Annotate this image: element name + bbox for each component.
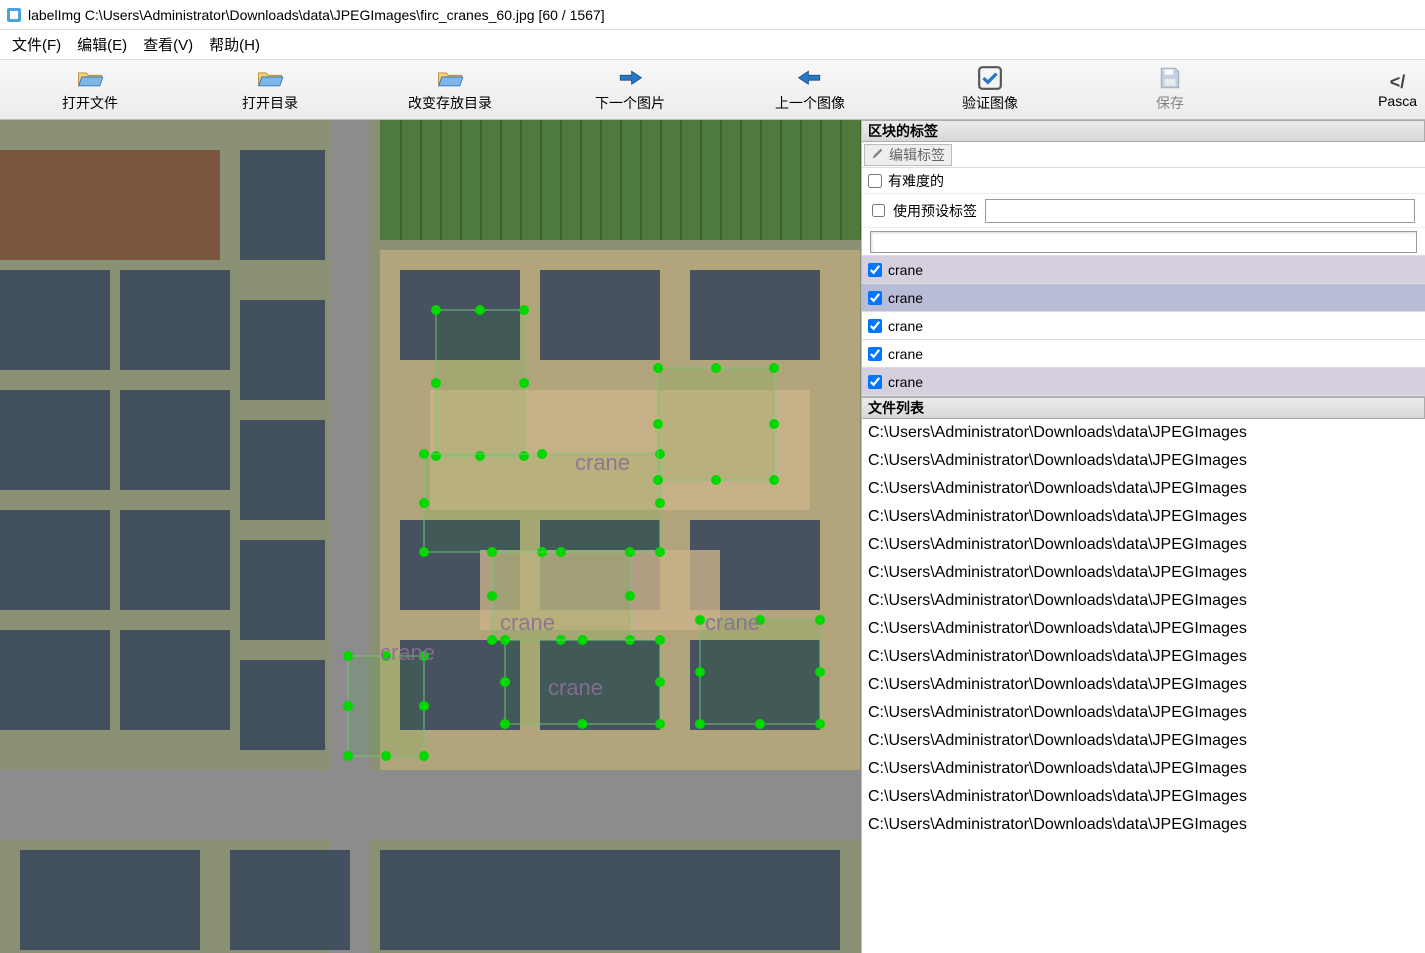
label-list-item[interactable]: crane — [862, 368, 1425, 396]
prev-image-button[interactable]: 上一个图像 — [720, 60, 900, 120]
label-list-item[interactable]: crane — [862, 284, 1425, 312]
label-checkbox[interactable] — [868, 375, 882, 389]
canvas-area[interactable]: crane crane crane crane crane — [0, 120, 862, 953]
file-list-item[interactable]: C:\Users\Administrator\Downloads\data\JP… — [862, 503, 1425, 531]
file-list-item[interactable]: C:\Users\Administrator\Downloads\data\JP… — [862, 559, 1425, 587]
svg-text:crane: crane — [548, 675, 603, 700]
folder-open-icon — [77, 67, 103, 89]
file-list-item[interactable]: C:\Users\Administrator\Downloads\data\JP… — [862, 587, 1425, 615]
file-list-item[interactable]: C:\Users\Administrator\Downloads\data\JP… — [862, 475, 1425, 503]
label-checkbox[interactable] — [868, 319, 882, 333]
preset-label-row: 使用预设标签 — [862, 194, 1425, 228]
file-list-header: 文件列表 — [862, 397, 1425, 419]
label-name: crane — [888, 318, 923, 334]
use-default-label-text: 使用预设标签 — [893, 201, 977, 221]
file-list-item[interactable]: C:\Users\Administrator\Downloads\data\JP… — [862, 811, 1425, 839]
file-list-item[interactable]: C:\Users\Administrator\Downloads\data\JP… — [862, 419, 1425, 447]
folder-save-icon — [437, 67, 463, 89]
open-file-label: 打开文件 — [62, 93, 118, 113]
label-name: crane — [888, 346, 923, 362]
difficult-row: 有难度的 — [862, 168, 1425, 194]
arrow-left-icon — [797, 67, 823, 89]
label-search-row — [862, 228, 1425, 256]
label-search-input[interactable] — [870, 231, 1417, 253]
svg-text:crane: crane — [500, 610, 555, 635]
next-image-label: 下一个图片 — [595, 93, 665, 113]
label-checkbox[interactable] — [868, 347, 882, 361]
folder-icon — [257, 67, 283, 89]
use-default-label-checkbox[interactable] — [872, 204, 885, 217]
label-list-item[interactable]: crane — [862, 340, 1425, 368]
label-checkbox[interactable] — [868, 291, 882, 305]
file-list-item[interactable]: C:\Users\Administrator\Downloads\data\JP… — [862, 447, 1425, 475]
bounding-box[interactable] — [700, 620, 820, 724]
toolbar: 打开文件 打开目录 改变存放目录 下一个图片 上一个图像 验证图像 保存 — [0, 60, 1425, 120]
change-save-dir-button[interactable]: 改变存放目录 — [360, 60, 540, 120]
arrow-right-icon — [617, 67, 643, 89]
open-file-button[interactable]: 打开文件 — [0, 60, 180, 120]
prev-image-label: 上一个图像 — [775, 93, 845, 113]
file-list-item[interactable]: C:\Users\Administrator\Downloads\data\JP… — [862, 727, 1425, 755]
open-dir-button[interactable]: 打开目录 — [180, 60, 360, 120]
image-canvas[interactable]: crane crane crane crane crane — [0, 120, 862, 953]
bounding-box[interactable] — [658, 368, 774, 480]
file-list-item[interactable]: C:\Users\Administrator\Downloads\data\JP… — [862, 531, 1425, 559]
menu-edit[interactable]: 编辑(E) — [77, 34, 127, 55]
bounding-box[interactable] — [436, 310, 524, 456]
difficult-label: 有难度的 — [888, 171, 944, 191]
app-icon — [6, 7, 22, 23]
file-list-item[interactable]: C:\Users\Administrator\Downloads\data\JP… — [862, 783, 1425, 811]
format-button[interactable]: </ Pasca — [1378, 60, 1417, 120]
window-title: labelImg C:\Users\Administrator\Download… — [28, 7, 605, 23]
label-name: crane — [888, 262, 923, 278]
preset-label-input[interactable] — [985, 199, 1415, 223]
file-list-item[interactable]: C:\Users\Administrator\Downloads\data\JP… — [862, 755, 1425, 783]
bounding-box[interactable] — [348, 656, 424, 756]
label-list-item[interactable]: crane — [862, 312, 1425, 340]
format-label: Pasca — [1378, 93, 1417, 109]
side-panel: 区块的标签 编辑标签 有难度的 使用预设标签 cranecranecranecr… — [862, 120, 1425, 953]
floppy-icon — [1157, 67, 1183, 89]
label-checkbox[interactable] — [868, 263, 882, 277]
menu-file[interactable]: 文件(F) — [12, 34, 61, 55]
titlebar: labelImg C:\Users\Administrator\Download… — [0, 0, 1425, 30]
svg-text:crane: crane — [575, 450, 630, 475]
open-dir-label: 打开目录 — [242, 93, 298, 113]
file-list-item[interactable]: C:\Users\Administrator\Downloads\data\JP… — [862, 615, 1425, 643]
menu-help[interactable]: 帮助(H) — [209, 34, 260, 55]
edit-label-button[interactable]: 编辑标签 — [864, 144, 952, 166]
label-list[interactable]: crane crane crane crane crane — [862, 256, 1425, 397]
pencil-icon — [871, 146, 885, 163]
difficult-checkbox[interactable] — [868, 174, 882, 188]
file-list[interactable]: C:\Users\Administrator\Downloads\data\JP… — [862, 419, 1425, 953]
file-list-panel: C:\Users\Administrator\Downloads\data\JP… — [862, 419, 1425, 953]
label-name: crane — [888, 374, 923, 390]
change-save-dir-label: 改变存放目录 — [408, 93, 492, 113]
next-image-button[interactable]: 下一个图片 — [540, 60, 720, 120]
checkbox-icon — [977, 67, 1003, 89]
label-name: crane — [888, 290, 923, 306]
verify-image-label: 验证图像 — [962, 93, 1018, 113]
verify-image-button[interactable]: 验证图像 — [900, 60, 1080, 120]
svg-text:crane: crane — [380, 640, 435, 665]
file-list-item[interactable]: C:\Users\Administrator\Downloads\data\JP… — [862, 671, 1425, 699]
main: crane crane crane crane crane 区块的标签 编辑标签 有难度… — [0, 120, 1425, 953]
svg-text:crane: crane — [705, 610, 760, 635]
edit-label-row: 编辑标签 — [862, 142, 1425, 168]
menubar: 文件(F) 编辑(E) 查看(V) 帮助(H) — [0, 30, 1425, 60]
annotation-overlay[interactable]: crane crane crane crane crane — [0, 120, 862, 953]
save-button: 保存 — [1080, 60, 1260, 120]
save-label: 保存 — [1156, 93, 1184, 113]
file-list-item[interactable]: C:\Users\Administrator\Downloads\data\JP… — [862, 699, 1425, 727]
edit-label-text: 编辑标签 — [889, 145, 945, 165]
box-labels-header: 区块的标签 — [862, 120, 1425, 142]
file-list-item[interactable]: C:\Users\Administrator\Downloads\data\JP… — [862, 643, 1425, 671]
label-list-item[interactable]: crane — [862, 256, 1425, 284]
menu-view[interactable]: 查看(V) — [143, 34, 193, 55]
